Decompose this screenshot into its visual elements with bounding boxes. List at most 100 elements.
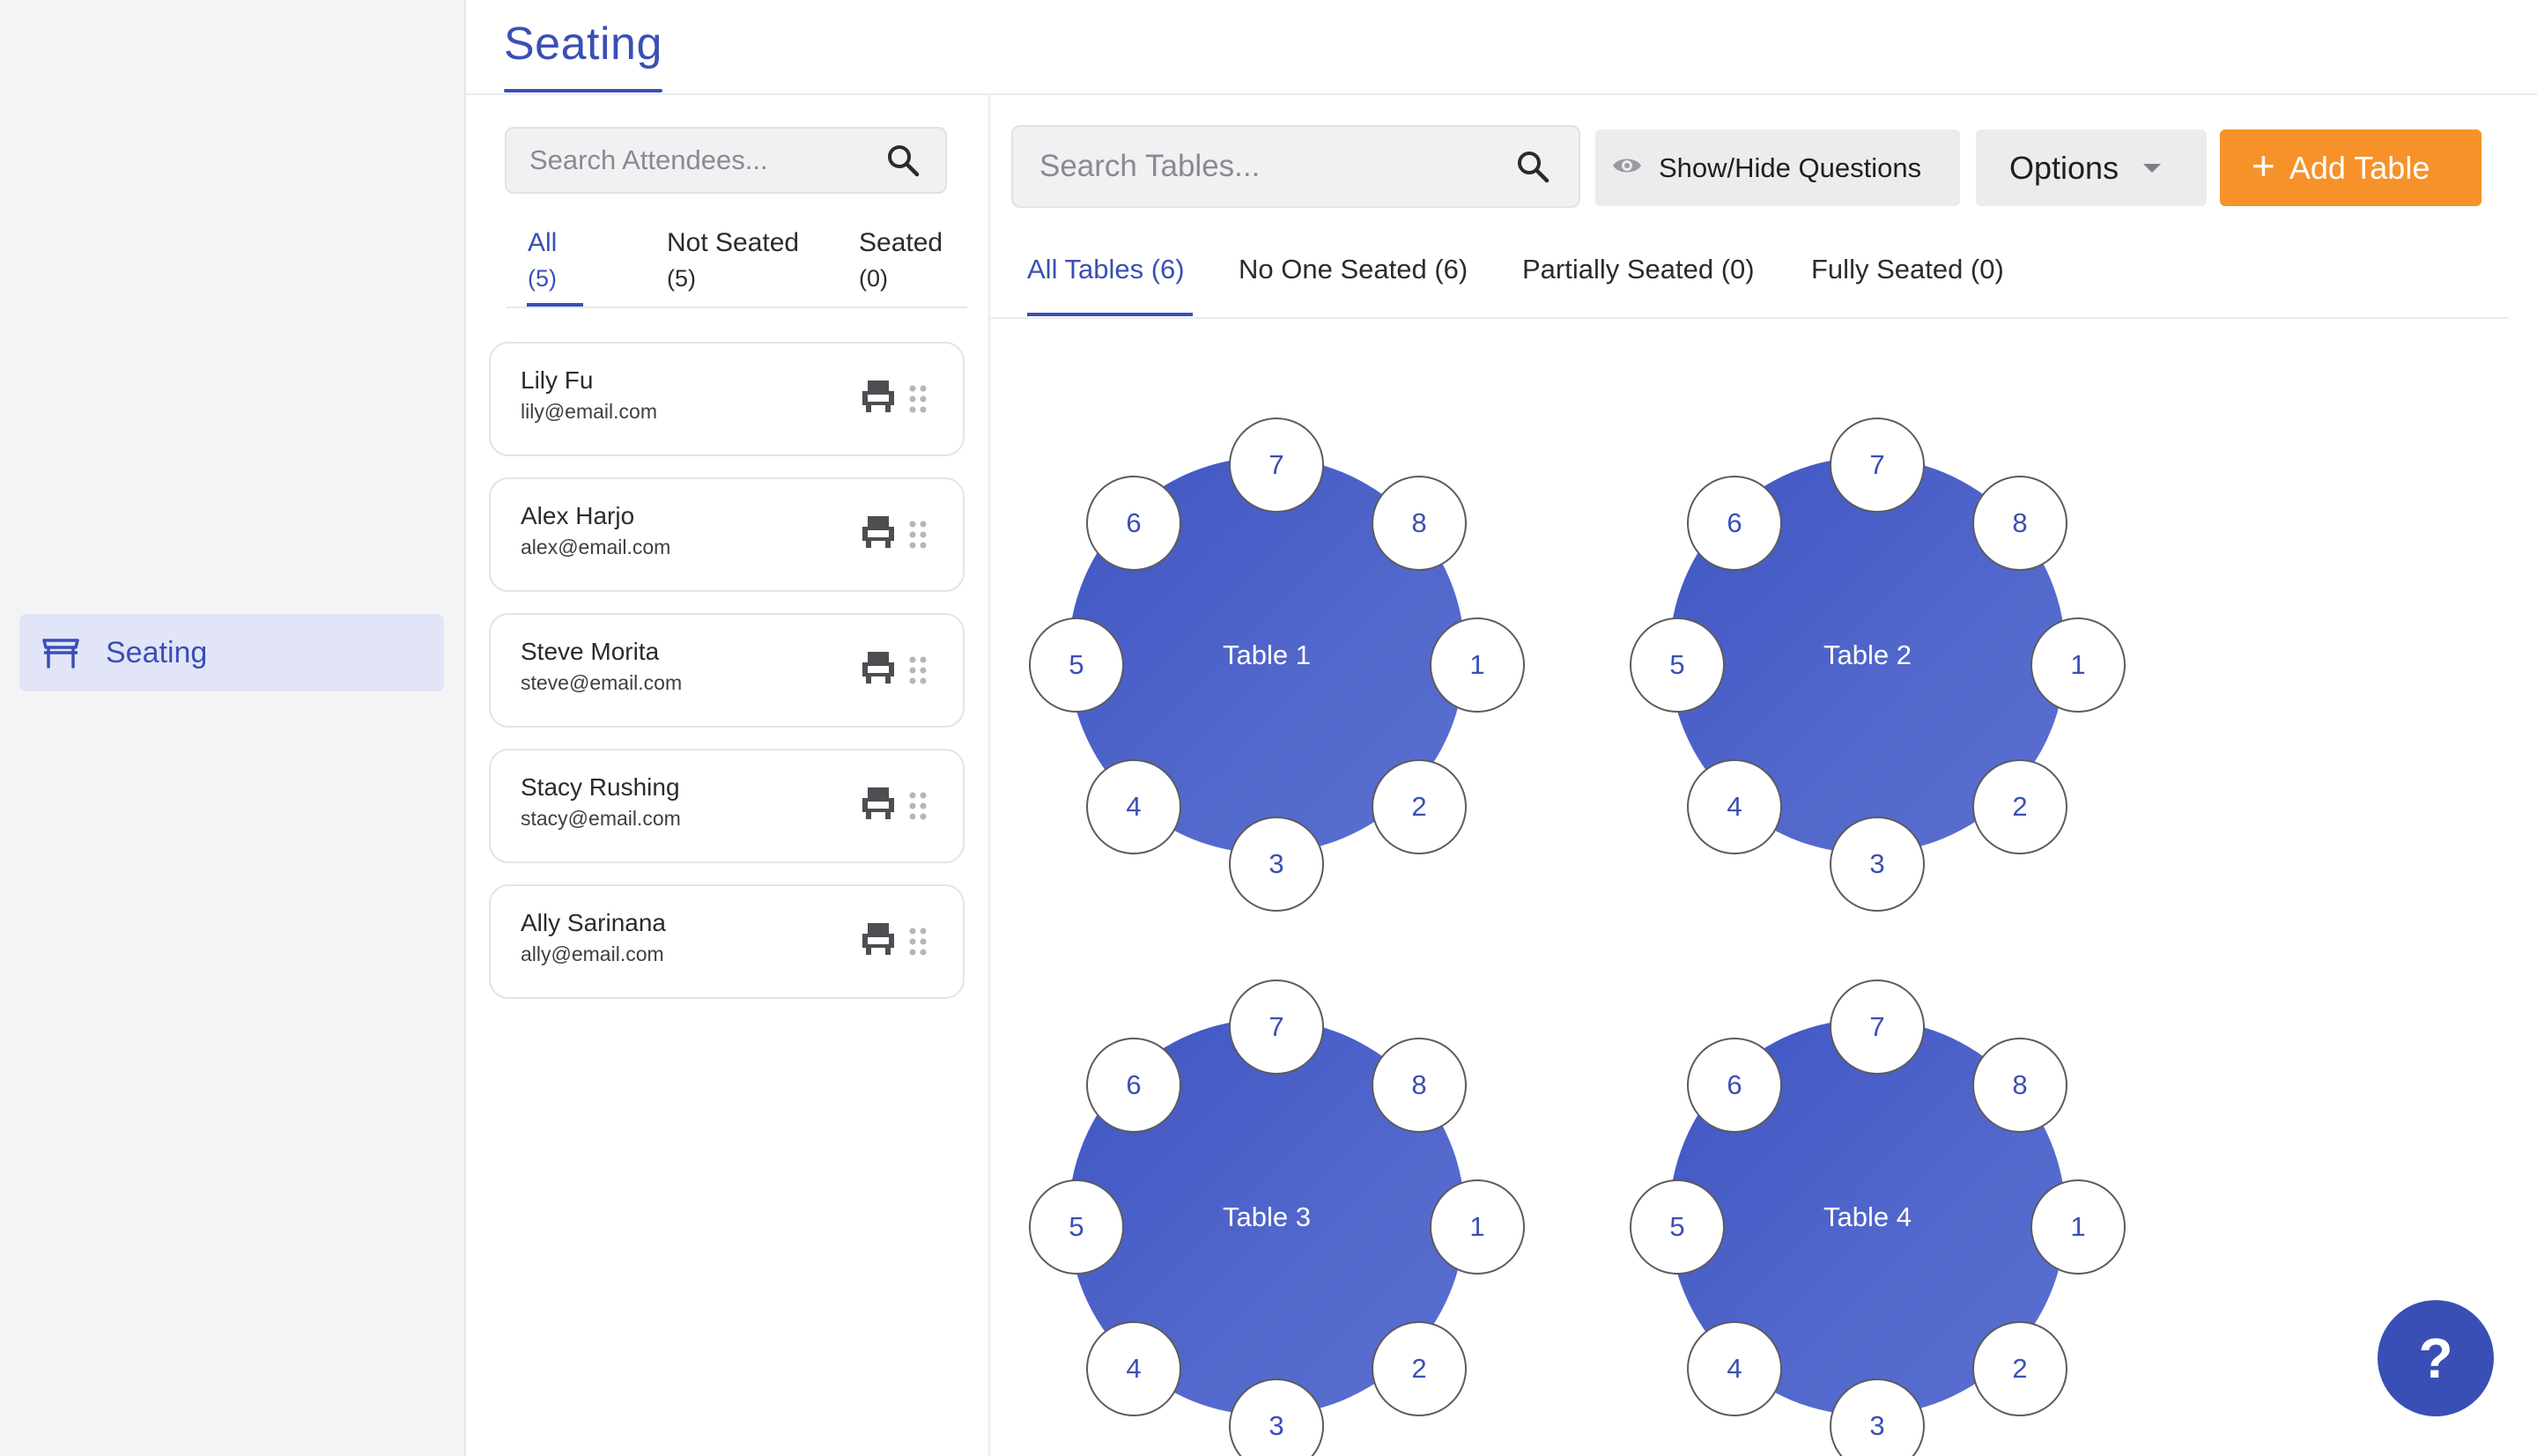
seat[interactable]: 2: [1372, 1321, 1467, 1416]
attendee-card[interactable]: Lily Fu lily@email.com: [489, 342, 965, 456]
tab-divider: [507, 307, 967, 308]
attendee-card[interactable]: Alex Harjo alex@email.com: [489, 477, 965, 592]
seat[interactable]: 6: [1687, 1038, 1782, 1133]
seat[interactable]: 1: [2030, 1179, 2126, 1275]
table-group: Table 1 1 234 5 678: [1002, 391, 1531, 920]
attendee-card[interactable]: Stacy Rushing stacy@email.com: [489, 749, 965, 863]
drag-handle-icon[interactable]: [908, 791, 928, 821]
attendee-email: alex@email.com: [521, 536, 671, 558]
attendee-card[interactable]: Ally Sarinana ally@email.com: [489, 884, 965, 999]
attendee-email: lily@email.com: [521, 400, 657, 423]
tab-count: (0): [859, 265, 888, 292]
add-table-button[interactable]: + Add Table: [2220, 129, 2482, 206]
table-name: Table 3: [1223, 1201, 1311, 1232]
chair-icon[interactable]: [859, 921, 898, 957]
seat[interactable]: 3: [1830, 817, 1925, 912]
seat[interactable]: 2: [1972, 759, 2067, 854]
drag-handle-icon[interactable]: [908, 520, 928, 550]
attendee-name: Lily Fu: [521, 366, 594, 394]
plus-icon: +: [2252, 142, 2275, 188]
tab-seated[interactable]: Seated (0): [859, 225, 943, 296]
tab-all-tables[interactable]: All Tables (6): [1027, 254, 1185, 285]
table-group: Table 2 1 234 5 678: [1603, 391, 2132, 920]
tab-not-seated[interactable]: Not Seated (5): [667, 225, 799, 296]
tab-all-attendees[interactable]: All (5): [528, 225, 557, 296]
search-icon[interactable]: [884, 141, 922, 180]
seat[interactable]: 2: [1372, 759, 1467, 854]
table-group: Table 312345678: [1002, 953, 1531, 1456]
page-title: Seating: [504, 18, 662, 70]
add-table-label: Add Table: [2289, 149, 2430, 186]
seat[interactable]: 4: [1687, 1321, 1782, 1416]
table-name: Table 4: [1823, 1201, 1912, 1232]
left-navigation: Seating: [0, 0, 466, 1456]
nav-item-label: Seating: [106, 635, 208, 669]
seat[interactable]: 6: [1687, 476, 1782, 571]
attendee-email: steve@email.com: [521, 671, 683, 694]
table-group: Table 412345678: [1603, 953, 2132, 1456]
seat[interactable]: 3: [1229, 817, 1324, 912]
search-icon[interactable]: [1513, 147, 1552, 186]
seat[interactable]: 5: [1029, 617, 1124, 713]
options-dropdown[interactable]: Options: [1976, 129, 2207, 206]
attendee-search-input[interactable]: [529, 144, 884, 176]
attendee-email: stacy@email.com: [521, 807, 681, 830]
seat[interactable]: 1: [1430, 1179, 1525, 1275]
seat[interactable]: 5: [1630, 1179, 1725, 1275]
seat[interactable]: 8: [1372, 1038, 1467, 1133]
seat[interactable]: 1: [1430, 617, 1525, 713]
table-search-input[interactable]: [1039, 149, 1513, 184]
table-name: Table 1: [1223, 639, 1311, 670]
seat[interactable]: 1: [2030, 617, 2126, 713]
chair-icon[interactable]: [859, 650, 898, 685]
attendee-name: Ally Sarinana: [521, 909, 666, 936]
tab-label: All: [528, 228, 558, 257]
show-hide-questions-button[interactable]: Show/Hide Questions: [1595, 129, 1960, 206]
title-underline: [504, 89, 662, 92]
drag-handle-icon[interactable]: [908, 655, 928, 685]
drag-handle-icon[interactable]: [908, 384, 928, 414]
tab-divider: [990, 317, 2509, 319]
attendee-name: Steve Morita: [521, 638, 660, 665]
seat[interactable]: 4: [1687, 759, 1782, 854]
table-name: Table 2: [1823, 639, 1912, 670]
attendee-name: Stacy Rushing: [521, 773, 680, 801]
help-label: ?: [2418, 1327, 2453, 1390]
seat[interactable]: 8: [1372, 476, 1467, 571]
attendee-search-box: [505, 127, 947, 194]
eye-icon: [1611, 155, 1643, 181]
chair-icon[interactable]: [859, 379, 898, 414]
attendee-card[interactable]: Steve Morita steve@email.com: [489, 613, 965, 728]
options-label: Options: [2009, 149, 2119, 186]
chair-icon[interactable]: [859, 514, 898, 550]
seat[interactable]: 6: [1086, 1038, 1181, 1133]
seat[interactable]: 4: [1086, 1321, 1181, 1416]
tab-partially-seated[interactable]: Partially Seated (0): [1522, 254, 1755, 285]
seat[interactable]: 4: [1086, 759, 1181, 854]
nav-item-seating[interactable]: Seating: [19, 614, 444, 691]
tab-count: (5): [528, 265, 557, 292]
active-tab-indicator: [1027, 313, 1193, 316]
seat[interactable]: 8: [1972, 1038, 2067, 1133]
tab-count: (5): [667, 265, 696, 292]
table-search-box: [1011, 125, 1580, 208]
tab-fully-seated[interactable]: Fully Seated (0): [1811, 254, 2004, 285]
attendee-name: Alex Harjo: [521, 502, 635, 529]
show-hide-label: Show/Hide Questions: [1659, 152, 1922, 183]
seat[interactable]: 6: [1086, 476, 1181, 571]
seat[interactable]: 8: [1972, 476, 2067, 571]
seat[interactable]: 7: [1830, 979, 1925, 1075]
tab-label: Not Seated: [667, 228, 800, 257]
tab-no-one-seated[interactable]: No One Seated (6): [1239, 254, 1468, 285]
seat[interactable]: 2: [1972, 1321, 2067, 1416]
seat[interactable]: 5: [1029, 1179, 1124, 1275]
help-button[interactable]: ?: [2378, 1300, 2494, 1416]
drag-handle-icon[interactable]: [908, 927, 928, 957]
seat[interactable]: 5: [1630, 617, 1725, 713]
seat[interactable]: 7: [1229, 418, 1324, 513]
seat[interactable]: 7: [1229, 979, 1324, 1075]
seat[interactable]: 7: [1830, 418, 1925, 513]
chair-icon[interactable]: [859, 786, 898, 821]
table-icon: [41, 632, 81, 673]
caret-down-icon: [2143, 163, 2162, 173]
